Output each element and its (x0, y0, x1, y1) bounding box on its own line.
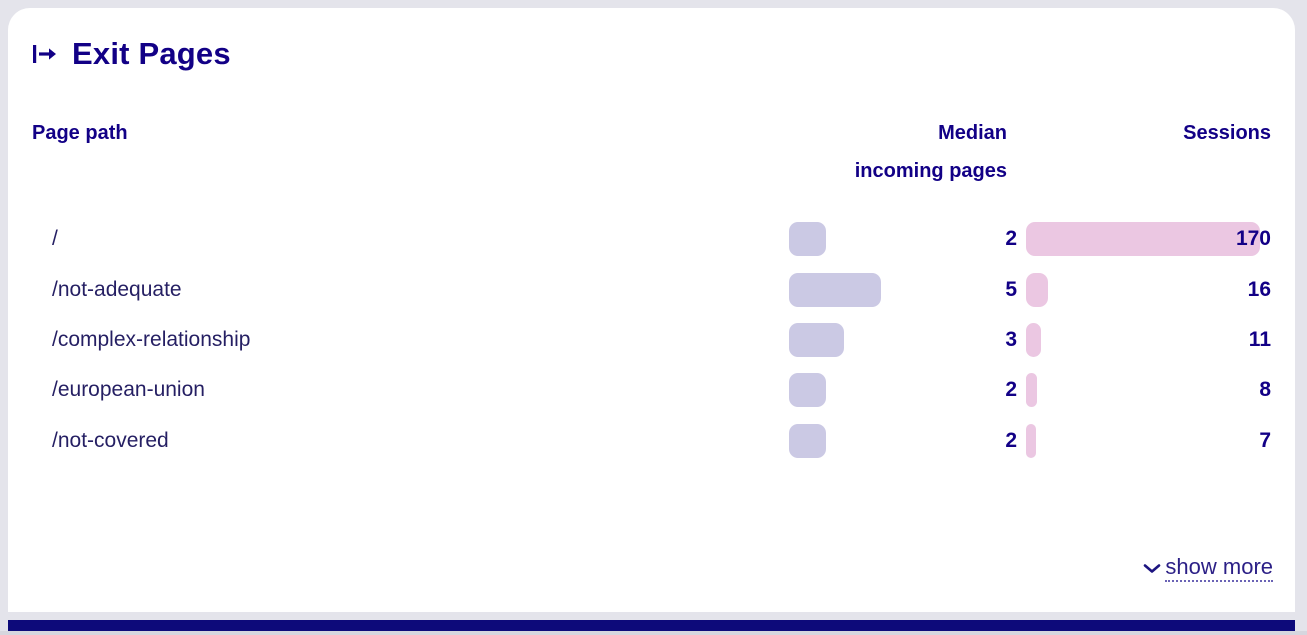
median-bar (789, 222, 826, 257)
chevron-down-icon (1141, 557, 1163, 579)
column-header-sessions: Sessions (1183, 122, 1271, 144)
cell-median: 2 (789, 423, 1021, 458)
table-row[interactable]: /not-adequate 5 16 (32, 264, 1271, 314)
exit-pages-card: Exit Pages Page path Median incoming pag… (8, 8, 1295, 612)
cell-median: 5 (789, 272, 1021, 307)
sessions-bar (1026, 423, 1036, 458)
cell-sessions: 11 (1021, 321, 1271, 359)
median-value: 2 (1005, 378, 1017, 402)
cell-page-path: /not-adequate (52, 277, 182, 301)
cell-page-path: /not-covered (52, 428, 169, 452)
median-value: 2 (1005, 227, 1017, 251)
screen: Exit Pages Page path Median incoming pag… (0, 0, 1307, 635)
cell-median: 3 (789, 322, 1021, 357)
median-bar-track (789, 272, 975, 307)
sessions-bar (1026, 373, 1037, 408)
median-value: 3 (1005, 327, 1017, 351)
table-row[interactable]: /complex-relationship 3 11 (32, 315, 1271, 365)
sessions-value: 16 (1247, 277, 1271, 301)
cell-median: 2 (789, 222, 1021, 257)
exit-pages-table: Page path Median incoming pages Sessions… (32, 114, 1271, 466)
cell-sessions: 7 (1021, 422, 1271, 460)
column-header-median-line2: incoming pages (854, 160, 1007, 182)
median-bar (789, 423, 826, 458)
table-body: / 2 170 /not-adequate 5 16 /complex-rela… (32, 214, 1271, 466)
page-title: Exit Pages (32, 38, 231, 69)
median-bar-track (789, 222, 975, 257)
median-bar (789, 322, 845, 357)
table-row[interactable]: /not-covered 2 7 (32, 416, 1271, 466)
sessions-value: 8 (1259, 378, 1271, 402)
sessions-value: 170 (1235, 227, 1271, 251)
column-header-median-line1: Median (938, 122, 1007, 144)
table-row[interactable]: /european-union 2 8 (32, 365, 1271, 415)
cell-page-path: /european-union (52, 378, 205, 402)
cell-page-path: /complex-relationship (52, 327, 251, 351)
table-row[interactable]: / 2 170 (32, 214, 1271, 264)
bottom-page-strip (0, 631, 1307, 635)
cell-sessions: 170 (1021, 220, 1271, 258)
median-value: 5 (1005, 277, 1017, 301)
median-bar (789, 272, 881, 307)
show-more-button[interactable]: show more (1141, 555, 1273, 582)
median-bar-track (789, 322, 975, 357)
median-bar-track (789, 423, 975, 458)
sessions-value: 7 (1259, 428, 1271, 452)
bottom-accent-bar (8, 620, 1295, 631)
column-header-median-incoming-pages: Median incoming pages (789, 114, 1021, 190)
cell-sessions: 16 (1021, 271, 1271, 309)
exit-arrow-icon (32, 42, 58, 66)
sessions-bar (1026, 322, 1042, 357)
sessions-bar (1026, 222, 1260, 257)
sessions-bar (1026, 272, 1049, 307)
median-bar-track (789, 373, 975, 408)
sessions-value: 11 (1248, 327, 1271, 351)
median-value: 2 (1005, 428, 1017, 452)
cell-page-path: / (52, 227, 58, 251)
show-more-label: show more (1165, 555, 1273, 582)
page-title-text: Exit Pages (72, 36, 231, 71)
table-header-row: Page path Median incoming pages Sessions (32, 114, 1271, 190)
column-header-page-path: Page path (32, 122, 128, 144)
median-bar (789, 373, 826, 408)
cell-median: 2 (789, 373, 1021, 408)
cell-sessions: 8 (1021, 371, 1271, 409)
